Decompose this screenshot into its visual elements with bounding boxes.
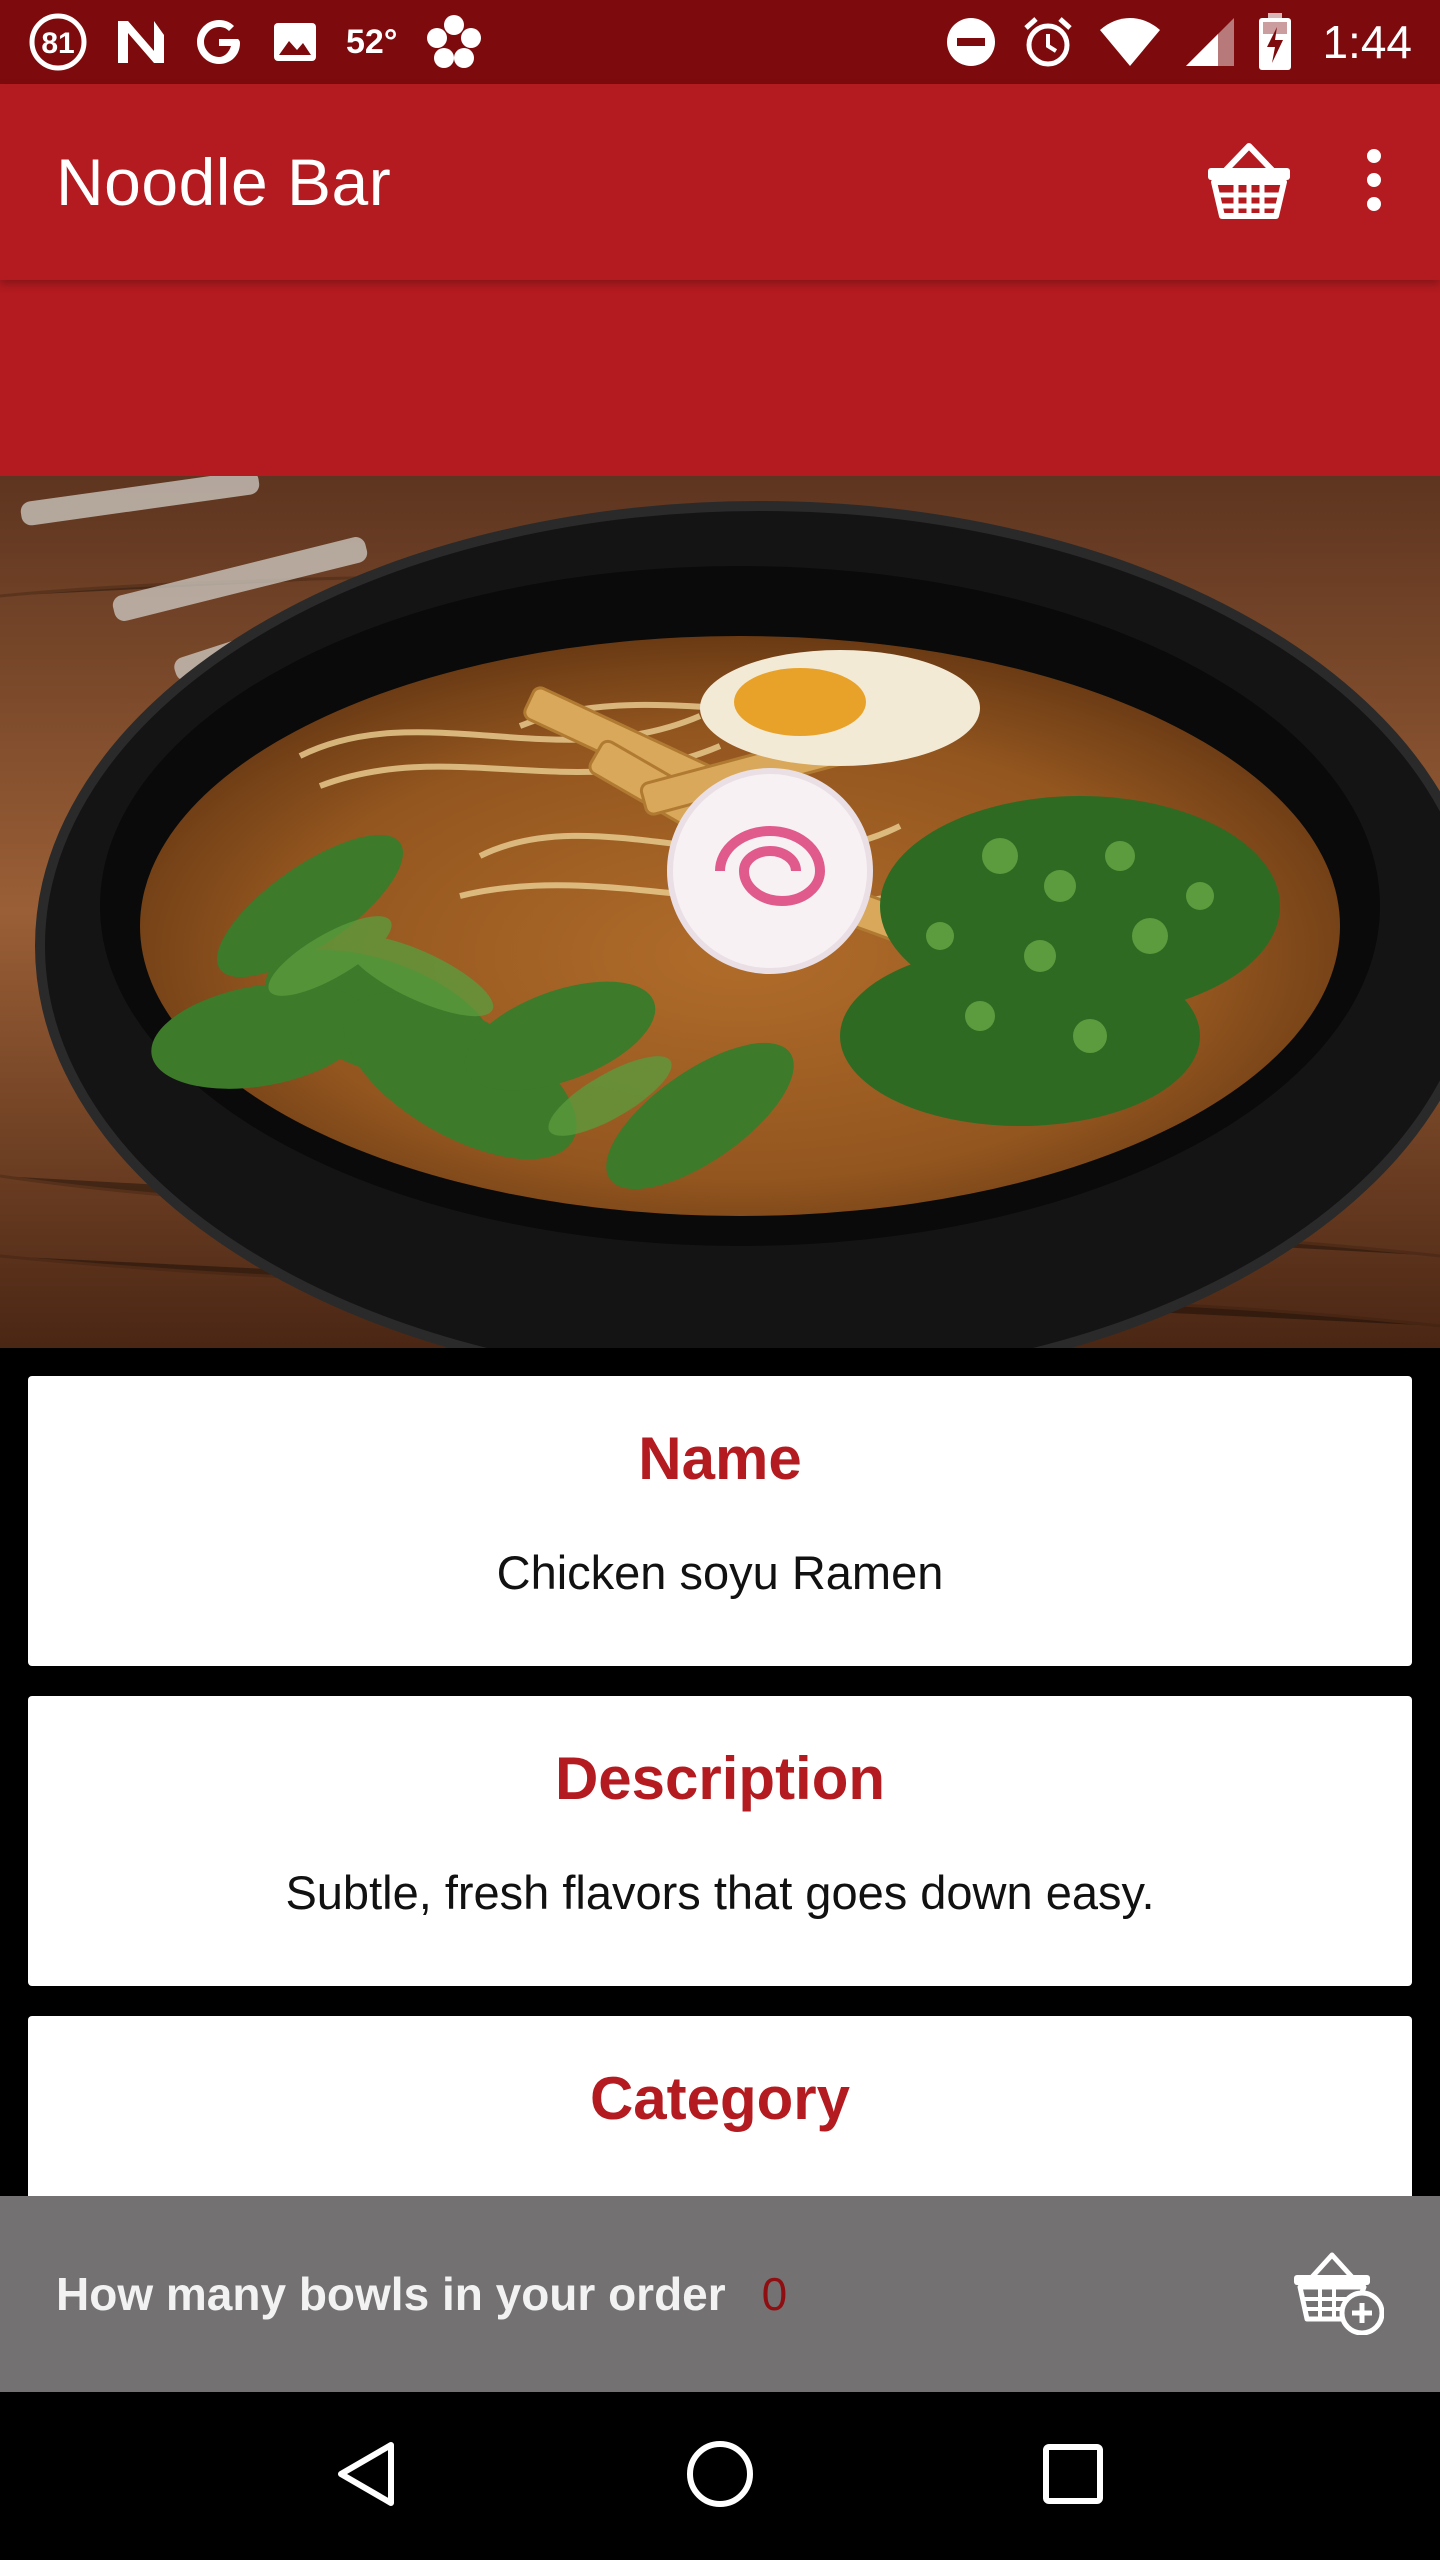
order-label: How many bowls in your order: [56, 2268, 726, 2320]
wifi-icon: [1098, 12, 1162, 72]
temperature: 52°: [346, 22, 398, 61]
flower-icon: [423, 12, 485, 72]
description-value: Subtle, fresh flavors that goes down eas…: [285, 1866, 1155, 1919]
name-title: Name: [638, 1425, 802, 1492]
name-value: Chicken soyu Ramen: [496, 1546, 944, 1599]
alarm-icon: [1020, 12, 1076, 72]
recents-button[interactable]: [1018, 2421, 1128, 2531]
add-to-basket-icon: [1292, 2249, 1385, 2340]
home-button[interactable]: [665, 2421, 775, 2531]
overflow-menu-icon: [1364, 148, 1384, 217]
clock: 1:44: [1322, 16, 1412, 68]
recents-icon: [1041, 2442, 1105, 2511]
battery-charging-icon: [1258, 12, 1292, 72]
image-icon: [270, 12, 320, 72]
notification-count-icon: 81: [28, 12, 88, 72]
home-icon: [685, 2439, 755, 2514]
overflow-menu-button[interactable]: [1364, 148, 1384, 217]
add-to-basket-button[interactable]: [1292, 2249, 1385, 2340]
name-card: Name Chicken soyu Ramen: [28, 1376, 1412, 1666]
ramen-photo: [0, 476, 1440, 1348]
google-icon: [194, 12, 244, 72]
order-bar: How many bowls in your order 0: [0, 2196, 1440, 2392]
app-title: Noodle Bar: [56, 145, 392, 219]
back-icon: [335, 2439, 399, 2514]
navigation-bar: [0, 2392, 1440, 2560]
svg-text:81: 81: [41, 27, 74, 60]
do-not-disturb-icon: [944, 12, 998, 72]
back-button[interactable]: [312, 2421, 422, 2531]
order-count: 0: [761, 2268, 788, 2320]
category-title: Category: [589, 2065, 851, 2132]
basket-button[interactable]: [1204, 140, 1294, 225]
basket-icon: [1204, 140, 1294, 225]
n-logo-icon: [114, 12, 168, 72]
detail-list: Name Chicken soyu Ramen Description Subt…: [0, 1348, 1440, 2196]
description-card: Description Subtle, fresh flavors that g…: [28, 1696, 1412, 1986]
category-card: Category: [28, 2016, 1412, 2196]
description-title: Description: [554, 1745, 886, 1812]
status-bar: 81 52° 1:44: [0, 0, 1440, 84]
signal-icon: [1184, 12, 1236, 72]
app-bar: Noodle Bar: [0, 84, 1440, 280]
header-band: [0, 280, 1440, 476]
